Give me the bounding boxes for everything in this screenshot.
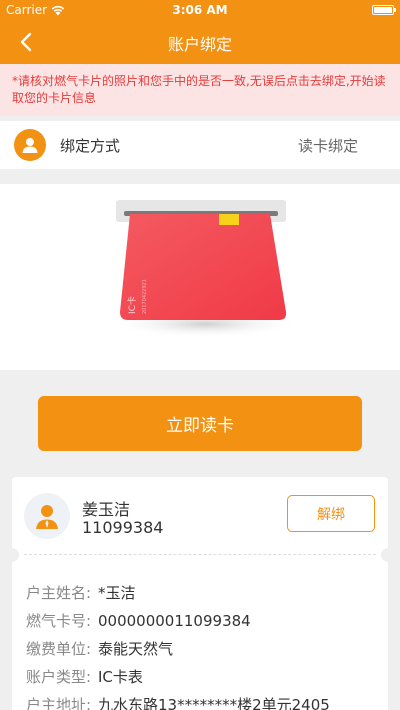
divider [24,554,376,555]
info-key: 账户类型: [26,668,92,686]
card-number-text: 20170422921 [142,279,148,314]
notice-text: *请核对燃气卡片的照片和您手中的是否一致,无误后点击去绑定,开始读取您的卡片信息 [12,74,386,105]
card-label-text: IC卡 [126,296,138,314]
status-bar: Carrier 3:06 AM [0,0,400,20]
bind-method-value: 读卡绑定 [297,137,358,155]
info-row-account-type: 账户类型: IC卡表 [26,666,143,690]
battery-icon [372,5,396,15]
user-avatar-icon [36,505,58,529]
info-key: 燃气卡号: [26,612,92,630]
read-card-button[interactable]: 立即读卡 [38,396,362,451]
card-notch-left [5,548,19,562]
account-holder-name: 姜玉洁 [82,500,131,519]
info-key: 户主姓名: [26,584,92,602]
notice-banner: *请核对燃气卡片的照片和您手中的是否一致,无误后点击去绑定,开始读取您的卡片信息 [0,64,400,116]
bind-method-row[interactable]: 绑定方式 读卡绑定 [0,121,400,169]
info-value: *玉洁 [98,584,136,602]
page-title: 账户绑定 [167,35,232,54]
account-id: 11099384 [82,518,164,537]
nav-bar: 账户绑定 [0,20,400,64]
info-value: 九水东路13********楼2单元2405 [98,696,330,710]
clock: 3:06 AM [172,3,228,17]
info-value: 0000000011099384 [98,612,251,630]
info-key: 缴费单位: [26,640,92,658]
info-row-owner-name: 户主姓名: *玉洁 [26,582,136,606]
info-row-payment-unit: 缴费单位: 泰能天然气 [26,638,173,662]
card-illustration-panel: IC卡 20170422921 [0,184,400,370]
bind-method-label: 绑定方式 [60,137,121,155]
card-notch-right [381,548,395,562]
info-key: 户主地址: [26,696,92,710]
info-value: 泰能天然气 [98,640,174,658]
info-row-gas-card-number: 燃气卡号: 0000000011099384 [26,610,251,634]
avatar [24,493,70,539]
user-icon [14,129,46,161]
unbind-button[interactable]: 解绑 [287,495,375,532]
info-row-owner-address: 户主地址: 九水东路13********楼2单元2405 [26,694,330,710]
info-value: IC卡表 [98,668,143,686]
account-card: 姜玉洁 11099384 解绑 户主姓名: *玉洁 燃气卡号: 0000000011… [5,477,395,710]
card-reader-illustration: IC卡 20170422921 [110,200,300,338]
